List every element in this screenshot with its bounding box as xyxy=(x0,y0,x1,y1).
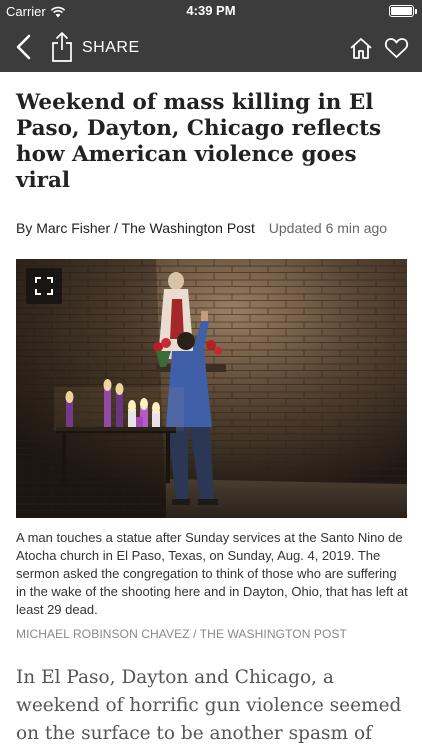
clock: 4:39 PM xyxy=(186,3,236,18)
navigation-bar: SHARE xyxy=(0,22,422,72)
share-icon[interactable] xyxy=(50,31,74,63)
fullscreen-icon xyxy=(35,277,53,295)
back-icon[interactable] xyxy=(12,33,36,61)
updated-timestamp: Updated 6 min ago xyxy=(268,220,388,236)
author-byline: By Marc Fisher / The Washington Post xyxy=(16,220,255,236)
heart-icon[interactable] xyxy=(384,37,409,59)
status-bar: Carrier 4:39 PM xyxy=(0,0,422,22)
home-icon[interactable] xyxy=(349,37,373,59)
article-body-paragraph: In El Paso, Dayton and Chicago, a weeken… xyxy=(16,667,402,744)
photo-caption: A man touches a statue after Sunday serv… xyxy=(16,530,408,617)
expand-photo-button[interactable] xyxy=(26,268,62,304)
article-headline: Weekend of mass killing in El Paso, Dayt… xyxy=(16,90,382,193)
church-photo-illustration xyxy=(16,259,407,518)
article-byline: By Marc Fisher / The Washington Post Upd… xyxy=(16,220,416,236)
share-button[interactable]: SHARE xyxy=(82,39,140,57)
article-photo[interactable] xyxy=(16,259,407,518)
photo-credit: MICHAEL ROBINSON CHAVEZ / THE WASHINGTON… xyxy=(16,627,347,641)
battery-icon xyxy=(389,5,417,17)
